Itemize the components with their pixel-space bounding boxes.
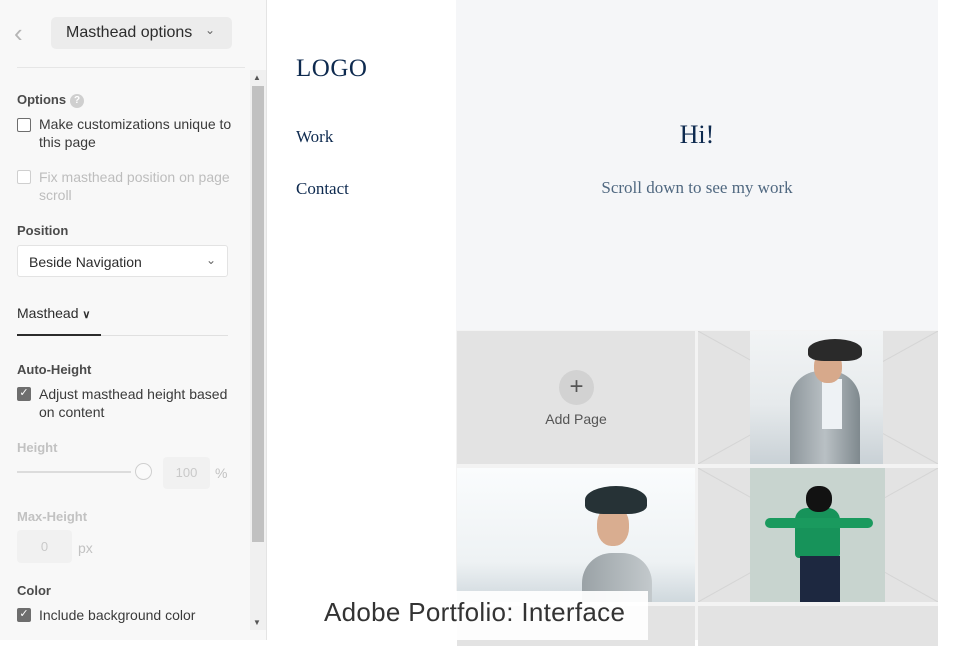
add-page-label: Add Page	[545, 411, 607, 427]
masthead-options-panel: ‹ Masthead options ⌄ Options? Make custo…	[0, 0, 267, 640]
position-value: Beside Navigation	[29, 254, 142, 270]
plus-icon: +	[559, 370, 594, 405]
position-heading: Position	[17, 223, 69, 238]
unique-customizations-label[interactable]: Make customizations unique to this page	[39, 115, 239, 151]
adjust-height-checkbox[interactable]: ✓	[17, 387, 31, 401]
unique-customizations-checkbox[interactable]	[17, 118, 31, 132]
scrollbar-thumb[interactable]	[252, 86, 264, 542]
back-chevron-icon[interactable]: ‹	[14, 20, 23, 46]
options-heading: Options?	[17, 92, 85, 108]
height-slider-track[interactable]	[17, 471, 131, 473]
background-color-label[interactable]: Include background color	[39, 606, 239, 624]
project-tile[interactable]	[698, 468, 938, 602]
masthead[interactable]: Hi! Scroll down to see my work	[456, 0, 938, 330]
project-photo	[457, 468, 695, 602]
project-tile[interactable]	[457, 468, 695, 602]
height-slider-handle[interactable]	[135, 463, 152, 480]
active-tab-indicator	[17, 334, 101, 336]
divider	[17, 67, 245, 68]
background-color-checkbox[interactable]: ✓	[17, 608, 31, 622]
project-tile[interactable]	[698, 606, 938, 646]
chevron-down-icon: ⌄	[205, 253, 216, 267]
max-height-unit: px	[78, 540, 93, 556]
masthead-subtitle: Scroll down to see my work	[601, 178, 793, 197]
help-icon[interactable]: ?	[70, 94, 85, 108]
nav-link-work[interactable]: Work	[296, 127, 333, 147]
masthead-title: Hi!	[679, 120, 715, 149]
chevron-down-icon: ⌄	[204, 23, 215, 37]
height-input[interactable]: 100	[163, 457, 210, 489]
max-height-heading: Max-Height	[17, 509, 88, 524]
site-navigation	[268, 0, 456, 640]
chevron-down-icon: ∨	[82, 309, 91, 321]
project-photo	[750, 331, 883, 464]
image-caption: Adobe Portfolio: Interface	[310, 591, 648, 640]
scroll-down-icon[interactable]: ▼	[253, 618, 261, 627]
fix-masthead-checkbox[interactable]	[17, 170, 31, 184]
fix-masthead-label[interactable]: Fix masthead position on page scroll	[39, 168, 239, 204]
tab-masthead[interactable]: Masthead ∨	[17, 305, 90, 321]
panel-title: Masthead options	[66, 24, 193, 41]
max-height-input[interactable]: 0	[17, 530, 72, 563]
adjust-height-label[interactable]: Adjust masthead height based on content	[39, 385, 239, 421]
add-page-tile[interactable]: + Add Page	[457, 331, 695, 464]
height-heading: Height	[17, 440, 58, 455]
position-select[interactable]: Beside Navigation ⌄	[17, 245, 228, 277]
height-unit: %	[215, 465, 228, 481]
masthead-options-dropdown[interactable]: Masthead options ⌄	[51, 17, 232, 49]
panel-scrollbar[interactable]: ▲ ▼	[250, 70, 266, 630]
site-logo[interactable]: LOGO	[296, 55, 367, 83]
auto-height-heading: Auto-Height	[17, 362, 92, 377]
project-tile[interactable]	[698, 331, 938, 464]
color-heading: Color	[17, 583, 51, 598]
project-photo	[750, 468, 885, 602]
scroll-up-icon[interactable]: ▲	[253, 73, 261, 82]
nav-link-contact[interactable]: Contact	[296, 179, 349, 199]
